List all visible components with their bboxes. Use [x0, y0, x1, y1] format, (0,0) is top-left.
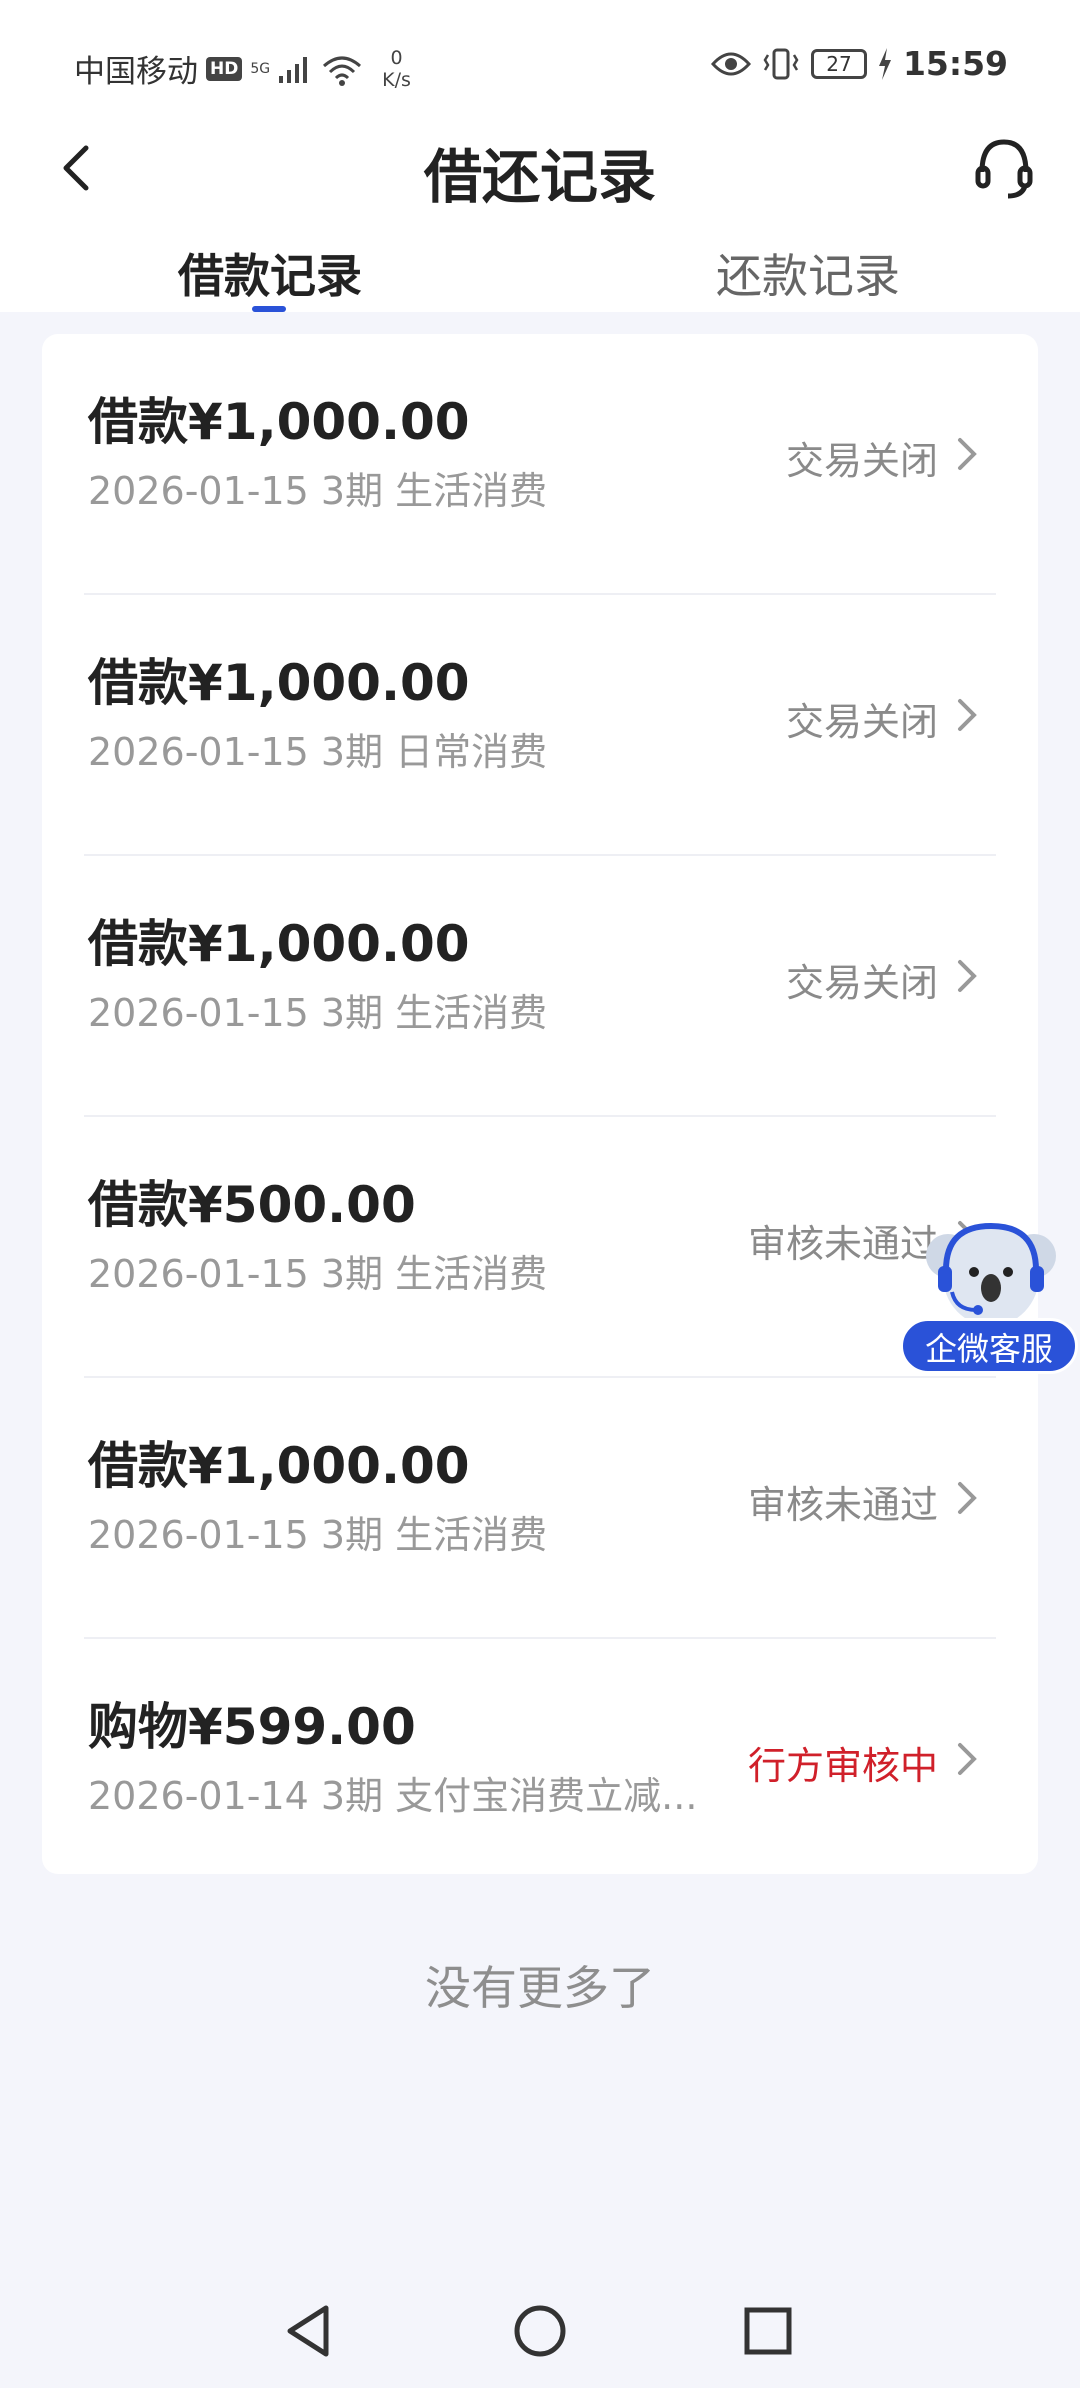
tab-bar: 借款记录 还款记录	[0, 240, 1080, 312]
charging-icon	[878, 47, 891, 80]
status-bar: 中国移动 HD 5G 0 K/s 27 15:59	[0, 0, 1080, 130]
records-card: 借款¥1,000.00 2026-01-15 3期 生活消费 交易关闭 借款¥1…	[42, 334, 1038, 1874]
record-title: 借款¥1,000.00	[88, 654, 470, 712]
headset-icon	[975, 139, 1033, 199]
nav-back-icon[interactable]	[274, 2296, 344, 2366]
page-title: 借还记录	[423, 143, 656, 211]
nav-home-icon[interactable]	[505, 2296, 575, 2366]
record-item[interactable]: 借款¥1,000.00 2026-01-15 3期 生活消费 交易关闭	[42, 856, 1038, 1117]
signal-icon	[279, 56, 308, 83]
record-subtitle: 2026-01-15 3期 生活消费	[88, 1513, 548, 1557]
record-status: 交易关闭	[785, 961, 938, 1005]
tab-repay-records[interactable]: 还款记录	[708, 240, 908, 306]
no-more-text: 没有更多了	[425, 1961, 655, 2015]
tab-borrow-records[interactable]: 借款记录	[170, 240, 370, 306]
wecom-service-float[interactable]: 企微客服	[900, 1218, 1080, 1378]
record-subtitle: 2026-01-15 3期 生活消费	[88, 991, 548, 1035]
network-type: 5G	[250, 60, 271, 77]
chevron-right-icon	[958, 438, 977, 470]
customer-service-button[interactable]	[972, 136, 1036, 200]
chevron-right-icon	[958, 1482, 977, 1514]
record-subtitle: 2026-01-15 3期 生活消费	[88, 469, 548, 513]
record-item[interactable]: 购物¥599.00 2026-01-14 3期 支付宝消费立减... 行方审核中	[42, 1639, 1038, 1874]
record-status: 交易关闭	[785, 439, 938, 483]
record-title: 借款¥500.00	[88, 1176, 416, 1234]
record-item[interactable]: 借款¥500.00 2026-01-15 3期 生活消费 审核未通过	[42, 1117, 1038, 1378]
eye-icon	[710, 52, 751, 75]
header: 借还记录	[0, 118, 1080, 218]
status-right: 27 15:59	[710, 44, 1008, 83]
record-title: 购物¥599.00	[88, 1698, 416, 1756]
system-nav-bar	[0, 2276, 1080, 2388]
chevron-right-icon	[958, 1743, 977, 1775]
record-status: 行方审核中	[747, 1744, 938, 1788]
wifi-icon	[323, 56, 362, 86]
record-subtitle: 2026-01-15 3期 生活消费	[88, 1252, 548, 1296]
record-item[interactable]: 借款¥1,000.00 2026-01-15 3期 生活消费 交易关闭	[42, 334, 1038, 595]
record-status: 审核未通过	[747, 1483, 938, 1527]
battery-icon: 27	[810, 48, 867, 79]
record-title: 借款¥1,000.00	[88, 1437, 470, 1495]
page: 中国移动 HD 5G 0 K/s 27 15:59 借还记录 借款记录 还款记录…	[0, 0, 1080, 2388]
record-status: 交易关闭	[785, 700, 938, 744]
net-speed: 0 K/s	[382, 47, 411, 91]
hd-badge: HD	[206, 56, 243, 81]
chevron-right-icon	[958, 699, 977, 731]
vibrate-icon	[763, 48, 799, 79]
carrier-label: 中国移动	[74, 54, 198, 90]
record-title: 借款¥1,000.00	[88, 393, 470, 451]
chevron-right-icon	[958, 960, 977, 992]
status-left: 中国移动 HD 5G 0 K/s	[74, 46, 411, 91]
record-subtitle: 2026-01-15 3期 日常消费	[88, 730, 548, 774]
net-speed-value: 0	[390, 46, 403, 69]
tab-indicator	[252, 306, 286, 312]
record-item[interactable]: 借款¥1,000.00 2026-01-15 3期 生活消费 审核未通过	[42, 1378, 1038, 1639]
net-speed-unit: K/s	[382, 68, 411, 91]
clock: 15:59	[902, 44, 1008, 83]
record-title: 借款¥1,000.00	[88, 915, 470, 973]
wecom-service-label: 企微客服	[900, 1318, 1078, 1374]
record-subtitle: 2026-01-14 3期 支付宝消费立减...	[88, 1774, 698, 1818]
record-item[interactable]: 借款¥1,000.00 2026-01-15 3期 日常消费 交易关闭	[42, 595, 1038, 856]
nav-recents-icon[interactable]	[733, 2296, 803, 2366]
